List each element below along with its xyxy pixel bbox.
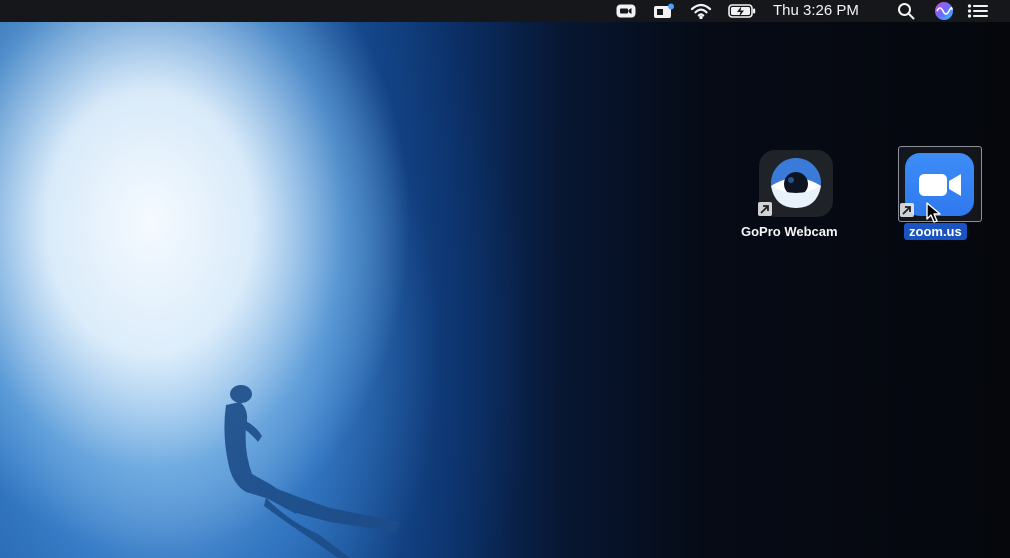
alias-arrow-icon	[758, 202, 772, 216]
freediver-silhouette	[224, 385, 400, 558]
menu-bar: Thu 3:26 PM	[0, 0, 1010, 22]
spotlight-search-icon[interactable]	[895, 0, 917, 22]
battery-charging-icon[interactable]	[727, 0, 757, 22]
notification-center-icon[interactable]	[966, 0, 990, 22]
mouse-pointer-icon	[926, 202, 941, 223]
screen-share-icon[interactable]	[652, 0, 676, 22]
alias-arrow-icon	[900, 203, 914, 217]
zoom-menu-icon[interactable]	[615, 0, 637, 22]
desktop-wallpaper	[0, 22, 1010, 558]
desktop-icon-label: GoPro Webcam	[741, 224, 838, 239]
menubar-clock[interactable]: Thu 3:26 PM	[773, 2, 859, 20]
siri-icon[interactable]	[933, 0, 955, 22]
desktop-icon-label-selected: zoom.us	[904, 223, 967, 240]
wifi-icon[interactable]	[688, 0, 714, 22]
